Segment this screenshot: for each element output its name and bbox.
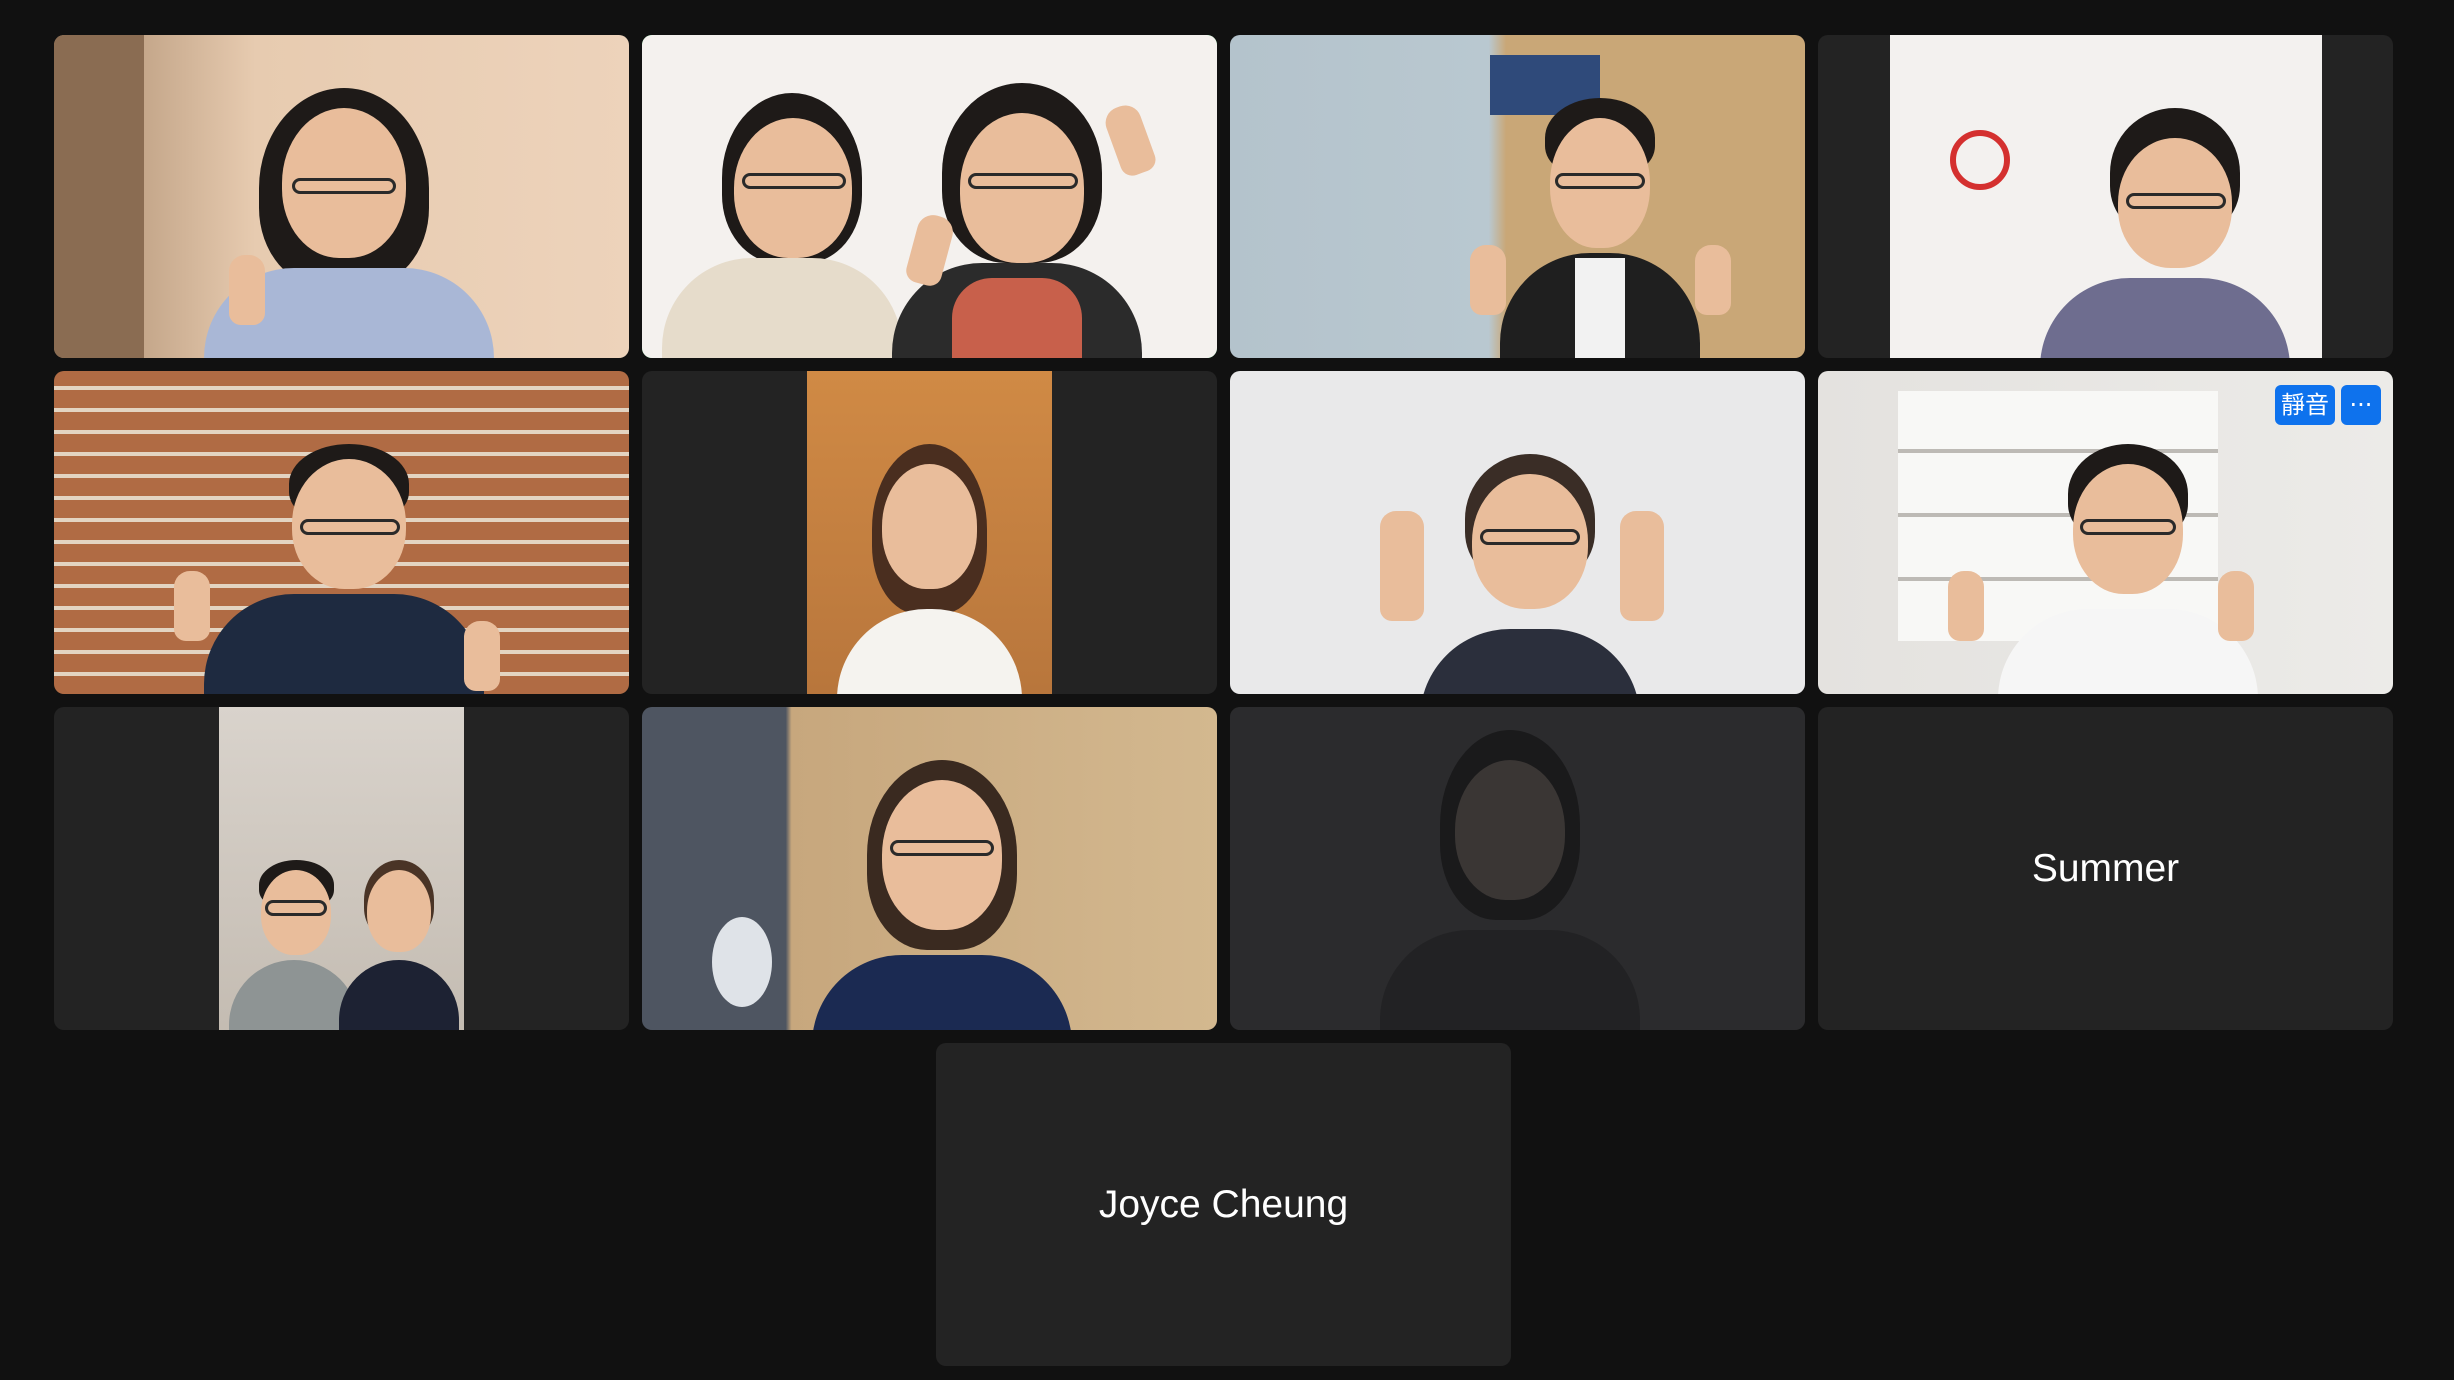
mute-participant-button[interactable]: 靜音: [2275, 385, 2335, 425]
participant-tile-5[interactable]: [54, 371, 629, 694]
participant-tile-6[interactable]: [642, 371, 1217, 694]
participant-name: Joyce Cheung: [1098, 1182, 1349, 1226]
participant-tile-9[interactable]: [54, 707, 629, 1030]
participant-tile-2[interactable]: [642, 35, 1217, 358]
participant-video: [807, 371, 1052, 694]
gallery-view: 靜音 ··· Summer Joyce Cheung: [0, 0, 2454, 1380]
participant-tile-13[interactable]: Joyce Cheung: [936, 1043, 1511, 1366]
participant-name: Summer: [2031, 846, 2180, 890]
participant-video: [1230, 707, 1805, 1030]
participant-video: [642, 35, 1217, 358]
more-options-button[interactable]: ···: [2341, 385, 2381, 425]
participant-tile-12[interactable]: Summer: [1818, 707, 2393, 1030]
participant-video: [1230, 35, 1805, 358]
participant-tile-11[interactable]: [1230, 707, 1805, 1030]
participant-tile-4[interactable]: [1818, 35, 2393, 358]
participant-video: [54, 35, 629, 358]
participant-tile-3[interactable]: [1230, 35, 1805, 358]
participant-video: [1890, 35, 2322, 358]
participant-video: [219, 707, 464, 1030]
participant-video: [642, 707, 1217, 1030]
participant-video: [1230, 371, 1805, 694]
participant-tile-8[interactable]: 靜音 ···: [1818, 371, 2393, 694]
participant-tile-7[interactable]: [1230, 371, 1805, 694]
tile-hover-controls: 靜音 ···: [2275, 385, 2381, 425]
participant-tile-10[interactable]: [642, 707, 1217, 1030]
participant-video: [54, 371, 629, 694]
participant-tile-1[interactable]: [54, 35, 629, 358]
